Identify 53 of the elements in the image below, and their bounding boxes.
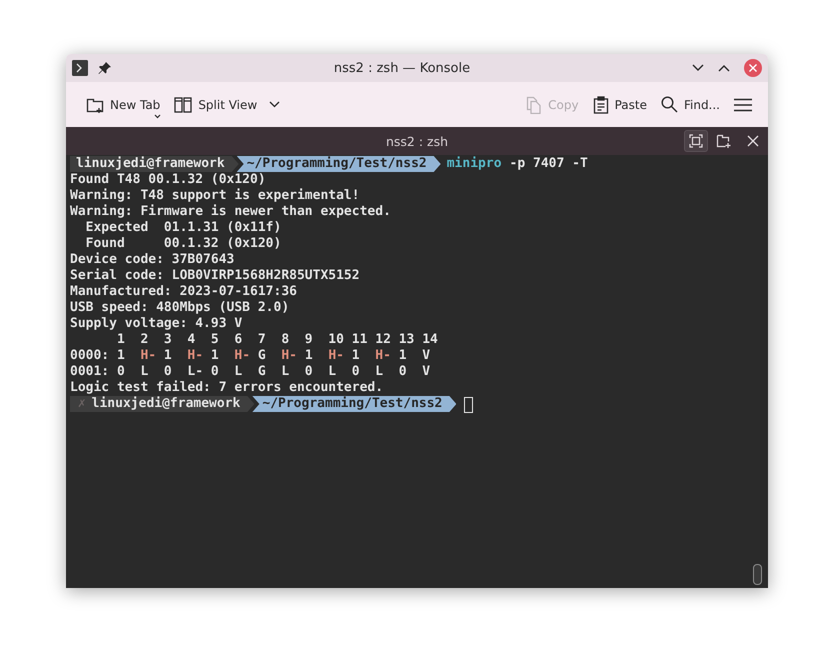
pin-icon[interactable]	[98, 61, 112, 75]
terminal-text: H-	[187, 348, 204, 364]
terminal-text: G	[256, 348, 267, 364]
terminal-text: 1 2 3 4 5 6 7 8 9 10 11 12 13 14	[116, 332, 438, 348]
terminal-text: Expected 01.1.31 (0x11f)	[84, 220, 282, 236]
scrollbar-handle[interactable]	[753, 564, 762, 585]
new-tab-icon[interactable]	[716, 133, 732, 149]
fullscreen-button[interactable]	[684, 130, 708, 152]
terminal-text: 1	[304, 348, 314, 364]
copy-icon	[526, 96, 542, 114]
find-button[interactable]: Find...	[656, 92, 724, 117]
new-tab-button[interactable]: New Tab	[82, 92, 164, 118]
terminal-text: H-	[328, 348, 344, 364]
terminal-text: H-	[234, 348, 250, 364]
menu-icon	[734, 98, 752, 112]
terminal-icon[interactable]	[72, 60, 88, 76]
terminal-text: 0000: 1	[70, 348, 126, 364]
terminal-text: H-	[140, 348, 156, 364]
terminal-text: 1 V	[398, 348, 430, 364]
terminal-text: Serial code: LOB0VIRP1568H2R85UTX5152	[70, 268, 360, 284]
split-view-button[interactable]: Split View	[170, 92, 284, 116]
caret-icon	[154, 114, 161, 118]
terminal-text: Found 00.1.32 (0x120)	[84, 236, 282, 252]
status-mark: ✗	[76, 396, 87, 412]
terminal-text: H-	[375, 348, 391, 364]
chevron-down-icon	[269, 101, 280, 108]
prompt-path: ~/Programming/Test/nss2	[252, 396, 456, 412]
command: minipro	[446, 156, 502, 172]
terminal-text: Found T48 00.1.32 (0x120)	[70, 172, 266, 188]
paste-icon	[592, 96, 609, 114]
terminal-text: Logic test failed: 7 errors encountered.	[70, 380, 384, 396]
terminal-text: 1	[162, 348, 173, 364]
command-args: -p 7407 -T	[510, 156, 588, 172]
prompt-user: linuxjedi@framework	[70, 156, 239, 172]
terminal-text: 1	[210, 348, 220, 364]
terminal-text: Manufactured: 2023-07-1617:36	[70, 284, 297, 300]
terminal-text: Supply voltage: 4.93 V	[70, 316, 242, 332]
search-icon	[660, 96, 678, 113]
prompt-path: ~/Programming/Test/nss2	[236, 156, 441, 172]
terminal-text: 0001: 0 L 0 L- 0 L G L 0 L 0 L 0 V	[70, 364, 430, 380]
terminal-text: Warning: Firmware is newer than expected.	[70, 204, 391, 220]
maximize-icon[interactable]	[718, 64, 730, 72]
terminal-text: USB speed: 480Mbps (USB 2.0)	[70, 300, 290, 316]
prompt-user: linuxjedi@framework	[92, 396, 240, 412]
window-title: nss2 : zsh — Konsole	[332, 60, 472, 76]
paste-button[interactable]: Paste	[588, 92, 651, 118]
close-icon[interactable]	[746, 134, 760, 148]
terminal-text: Device code: 37B07643	[70, 252, 234, 268]
terminal-text: H-	[281, 348, 298, 364]
split-view-icon	[174, 96, 192, 112]
terminal-text: 1	[350, 348, 361, 364]
terminal-text: Warning: T48 support is experimental!	[70, 188, 360, 204]
minimize-icon[interactable]	[692, 64, 704, 72]
